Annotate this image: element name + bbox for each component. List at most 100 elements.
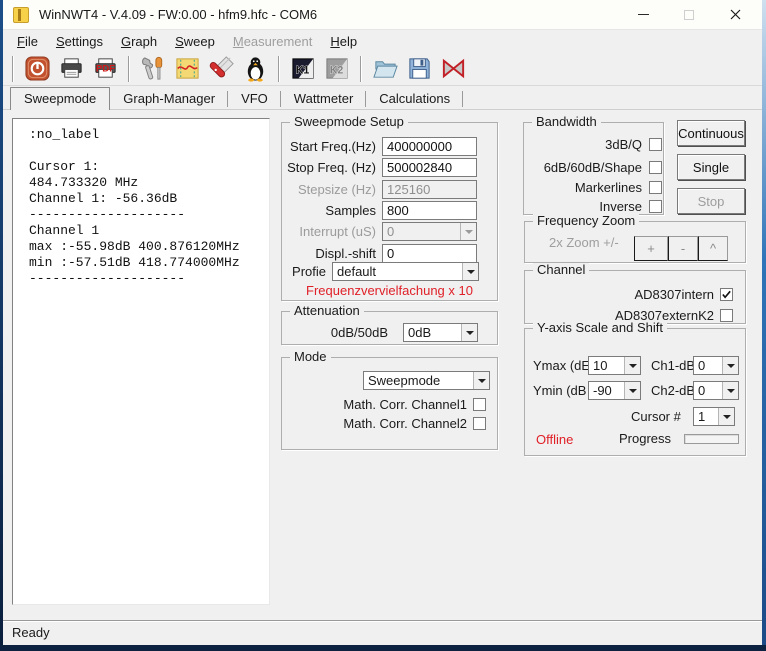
window-title: WinNWT4 - V.4.09 - FW:0.00 - hfm9.hfc - … [39, 0, 317, 30]
menu-help[interactable]: Help [321, 32, 366, 51]
tab-graph-manager[interactable]: Graph-Manager [110, 89, 228, 109]
monitor-line [29, 143, 269, 159]
graph-window-button[interactable] [171, 54, 203, 84]
cursor-number-value: 1 [698, 408, 705, 425]
group-title: Y-axis Scale and Shift [533, 321, 667, 335]
markerlines-checkbox[interactable] [649, 181, 662, 194]
calibration-k2-button[interactable]: K2 [321, 54, 353, 84]
ymax-combo[interactable]: 10 [588, 356, 641, 375]
close-icon [730, 9, 741, 20]
open-folder-icon [372, 55, 399, 82]
cursor-number-label: Cursor # [631, 407, 681, 426]
monitor-line: min :-57.51dB 418.774000MHz [29, 255, 269, 271]
penguin-icon [242, 55, 269, 82]
toolbar-separator [128, 56, 130, 82]
power-button[interactable] [21, 54, 53, 84]
maximize-button[interactable] [666, 0, 712, 29]
sweepmode-setup-group: Sweepmode Setup Start Freq.(Hz) Stop Fre… [281, 122, 498, 301]
math-corr-ch1-checkbox[interactable] [473, 398, 486, 411]
tab-wattmeter[interactable]: Wattmeter [281, 89, 366, 109]
monitor-line: max :-55.98dB 400.876120MHz [29, 239, 269, 255]
mode-value: Sweepmode [368, 372, 440, 389]
tab-calculations[interactable]: Calculations [366, 89, 463, 109]
bandwidth-group: Bandwidth 3dB/Q 6dB/60dB/Shape Markerlin… [523, 122, 664, 215]
ch1-db-value: 0 [698, 357, 705, 374]
ad8307-extern-checkbox[interactable] [720, 309, 733, 322]
print-icon [58, 55, 85, 82]
swiss-knife-button[interactable] [205, 54, 237, 84]
stop-freq-label: Stop Freq. (Hz) [282, 158, 376, 177]
tools-icon [140, 55, 167, 82]
menu-file[interactable]: File [8, 32, 47, 51]
mode-combo[interactable]: Sweepmode [363, 371, 490, 390]
ad8307-intern-checkbox[interactable] [720, 288, 733, 301]
continuous-button[interactable]: Continuous [677, 120, 745, 146]
stepsize-label: Stepsize (Hz) [282, 180, 376, 199]
minimize-button[interactable] [620, 0, 666, 29]
menu-graph[interactable]: Graph [112, 32, 166, 51]
open-file-button[interactable] [369, 54, 401, 84]
frequency-multiplier-note: Frequenzvervielfachung x 10 [282, 283, 497, 298]
monitor-line: Cursor 1: [29, 159, 269, 175]
check-icon [721, 289, 732, 300]
attenuation-group: Attenuation 0dB/50dB 0dB [281, 311, 498, 345]
save-file-button[interactable] [403, 54, 435, 84]
menu-settings[interactable]: Settings [47, 32, 112, 51]
maximize-icon [684, 10, 694, 20]
exit-button[interactable] [437, 54, 469, 84]
monitor-line: 484.733320 MHz [29, 175, 269, 191]
attenuation-value: 0dB [408, 324, 431, 341]
tab-sweepmode[interactable]: Sweepmode [10, 87, 110, 110]
stop-button[interactable]: Stop [677, 188, 745, 214]
bw-6db-checkbox[interactable] [649, 161, 662, 174]
bw-3db-checkbox[interactable] [649, 138, 662, 151]
pdf-label: PDF [95, 63, 114, 74]
single-button[interactable]: Single [677, 154, 745, 180]
ch1-db-combo[interactable]: 0 [693, 356, 739, 375]
freq-zoom-plus-button[interactable]: + [634, 236, 668, 261]
status-bar: Ready [3, 620, 762, 645]
ch1-db-label: Ch1-dB [651, 356, 695, 375]
ad8307-intern-label: AD8307intern [525, 288, 714, 301]
k1-label: K1 [295, 64, 309, 76]
penguin-button[interactable] [239, 54, 271, 84]
toolbar-separator [360, 56, 362, 82]
app-logo-icon [13, 7, 29, 23]
dropdown-arrow-icon [624, 382, 640, 399]
print-button[interactable] [55, 54, 87, 84]
print-pdf-icon: PDF [92, 55, 119, 82]
inverse-checkbox[interactable] [649, 200, 662, 213]
close-button[interactable] [712, 0, 758, 29]
status-text: Ready [12, 625, 50, 640]
math-corr-ch2-checkbox[interactable] [473, 417, 486, 430]
stop-freq-input[interactable] [382, 158, 477, 177]
displ-shift-input[interactable] [382, 244, 477, 263]
interrupt-label: Interrupt (uS) [282, 222, 376, 241]
tab-vfo[interactable]: VFO [228, 89, 281, 109]
freq-zoom-up-button[interactable]: ^ [698, 236, 728, 261]
attenuation-range-label: 0dB/50dB [282, 323, 388, 342]
profile-combo[interactable]: default [332, 262, 479, 281]
calibration-k1-button[interactable]: K1 [287, 54, 319, 84]
swiss-knife-icon [208, 55, 235, 82]
monitor-line: Channel 1 [29, 223, 269, 239]
samples-input[interactable] [382, 201, 477, 220]
ch2-db-label: Ch2-dB [651, 381, 695, 400]
freq-zoom-minus-button[interactable]: - [668, 236, 698, 261]
group-title: Channel [533, 263, 589, 277]
save-icon [406, 55, 433, 82]
menu-sweep[interactable]: Sweep [166, 32, 224, 51]
ch2-db-combo[interactable]: 0 [693, 381, 739, 400]
monitor-line: Channel 1: -56.36dB [29, 191, 269, 207]
window-border-left [0, 0, 3, 651]
cursor-number-combo[interactable]: 1 [693, 407, 735, 426]
k1-calibration-icon: K1 [290, 55, 317, 82]
print-pdf-button[interactable]: PDF [89, 54, 121, 84]
tools-button[interactable] [137, 54, 169, 84]
math-corr-ch2-label: Math. Corr. Channel2 [282, 417, 467, 430]
monitor-line: -------------------- [29, 271, 269, 287]
attenuation-combo[interactable]: 0dB [403, 323, 478, 342]
ymin-combo[interactable]: -90 [588, 381, 641, 400]
start-freq-input[interactable] [382, 137, 477, 156]
progress-bar [684, 434, 739, 444]
